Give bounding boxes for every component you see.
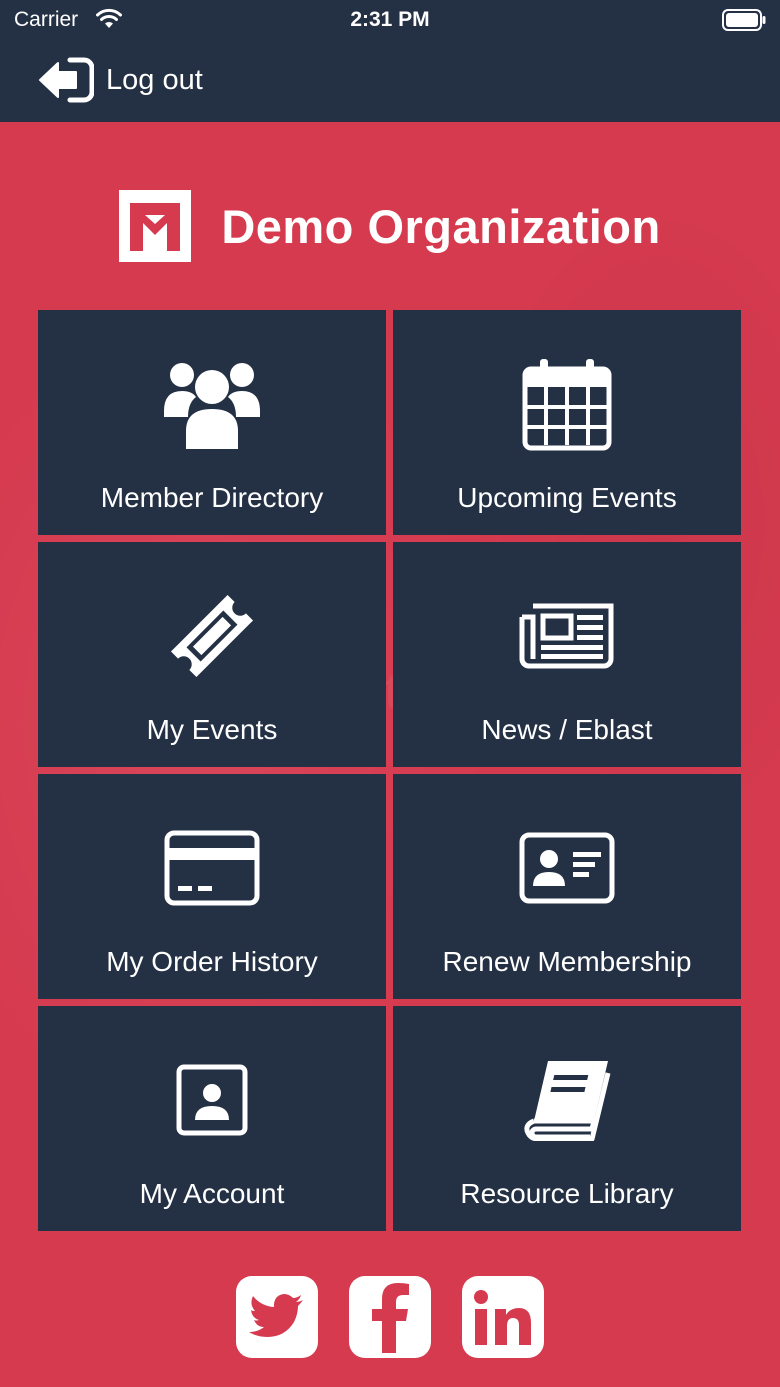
battery-icon <box>722 9 766 31</box>
tile-member-directory[interactable]: Member Directory <box>38 310 386 535</box>
tile-label: Member Directory <box>100 482 324 513</box>
tile-my-order-history[interactable]: My Order History <box>38 774 386 999</box>
tile-my-events[interactable]: My Events <box>38 542 386 767</box>
account-icon <box>176 1064 248 1136</box>
main-area: UpdateStar.com Demo Organization Member … <box>0 122 780 1387</box>
tile-my-account[interactable]: My Account <box>38 1006 386 1231</box>
nav-bar: Log out <box>0 40 780 122</box>
brand-header: Demo Organization <box>0 190 780 262</box>
users-icon <box>164 363 260 449</box>
ticket-icon <box>170 594 254 678</box>
linkedin-icon <box>474 1290 531 1345</box>
tile-label: Renew Membership <box>442 946 692 977</box>
facebook-icon <box>372 1283 409 1353</box>
credit-card-icon <box>164 830 260 906</box>
logout-button[interactable]: Log out <box>38 56 203 104</box>
tile-label: My Order History <box>106 946 318 977</box>
tile-upcoming-events[interactable]: Upcoming Events <box>393 310 741 535</box>
tile-label: Upcoming Events <box>457 482 677 513</box>
twitter-button[interactable] <box>236 1276 318 1358</box>
book-icon <box>524 1061 611 1141</box>
newspaper-icon <box>519 603 614 669</box>
facebook-button[interactable] <box>349 1276 431 1358</box>
status-time: 2:31 PM <box>350 8 430 31</box>
organization-logo-icon <box>119 190 192 262</box>
id-card-icon <box>519 832 615 904</box>
linkedin-button[interactable] <box>462 1276 544 1358</box>
twitter-icon <box>249 1294 303 1337</box>
tile-label: My Account <box>139 1178 285 1209</box>
tile-label: Resource Library <box>460 1178 674 1209</box>
logout-icon <box>39 57 94 103</box>
tile-label: News / Eblast <box>481 714 653 745</box>
tile-resource-library[interactable]: Resource Library <box>393 1006 741 1231</box>
tile-renew-membership[interactable]: Renew Membership <box>393 774 741 999</box>
organization-name: Demo Organization <box>221 199 661 253</box>
tile-news-eblast[interactable]: News / Eblast <box>393 542 741 767</box>
status-bar: Carrier 2:31 PM <box>0 0 780 40</box>
tile-label: My Events <box>146 714 278 745</box>
calendar-icon <box>522 359 612 451</box>
logout-label: Log out <box>106 63 203 96</box>
